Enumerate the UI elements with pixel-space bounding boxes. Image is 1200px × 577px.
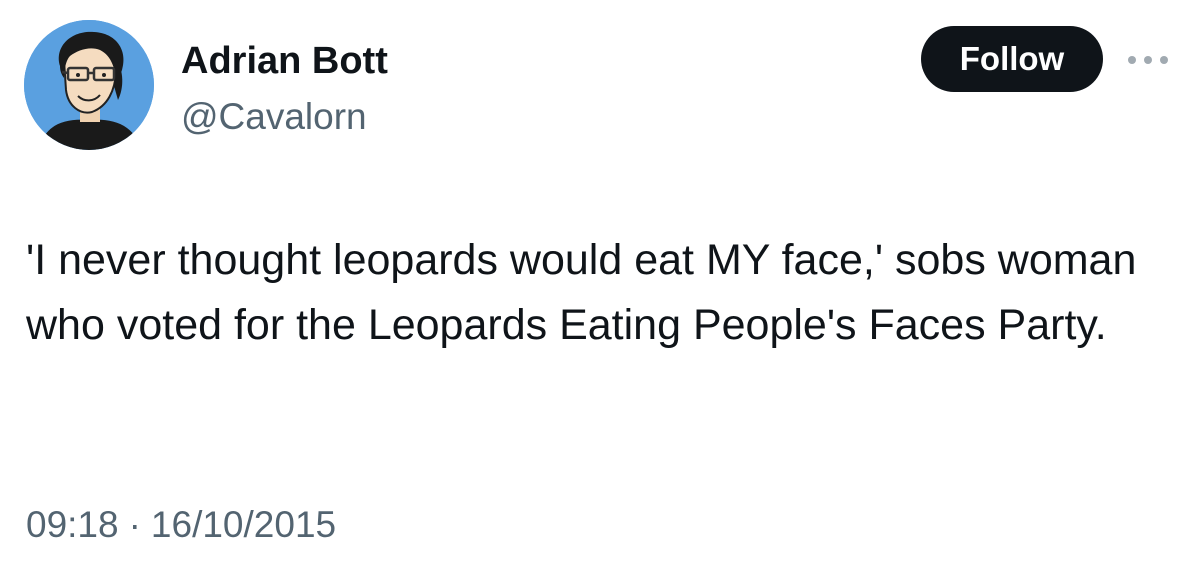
tweet-text: 'I never thought leopards would eat MY f… xyxy=(26,236,1137,349)
tweet-date: 16/10/2015 xyxy=(150,504,337,545)
tweet-timestamp[interactable]: 09:18 · 16/10/2015 xyxy=(26,500,336,550)
tweet-time: 09:18 xyxy=(26,504,119,545)
dot xyxy=(1160,56,1168,64)
dot xyxy=(1128,56,1136,64)
cartoon-avatar-icon xyxy=(24,20,154,150)
avatar[interactable] xyxy=(24,20,154,150)
tweet-card: Adrian Bott @Cavalorn Follow 'I never th… xyxy=(0,0,1200,577)
author-handle[interactable]: @Cavalorn xyxy=(181,95,367,139)
meta-separator: · xyxy=(128,504,141,545)
dot xyxy=(1144,56,1152,64)
follow-button[interactable]: Follow xyxy=(921,26,1103,92)
author-name[interactable]: Adrian Bott xyxy=(181,38,388,84)
more-horizontal-icon[interactable] xyxy=(1128,48,1168,72)
